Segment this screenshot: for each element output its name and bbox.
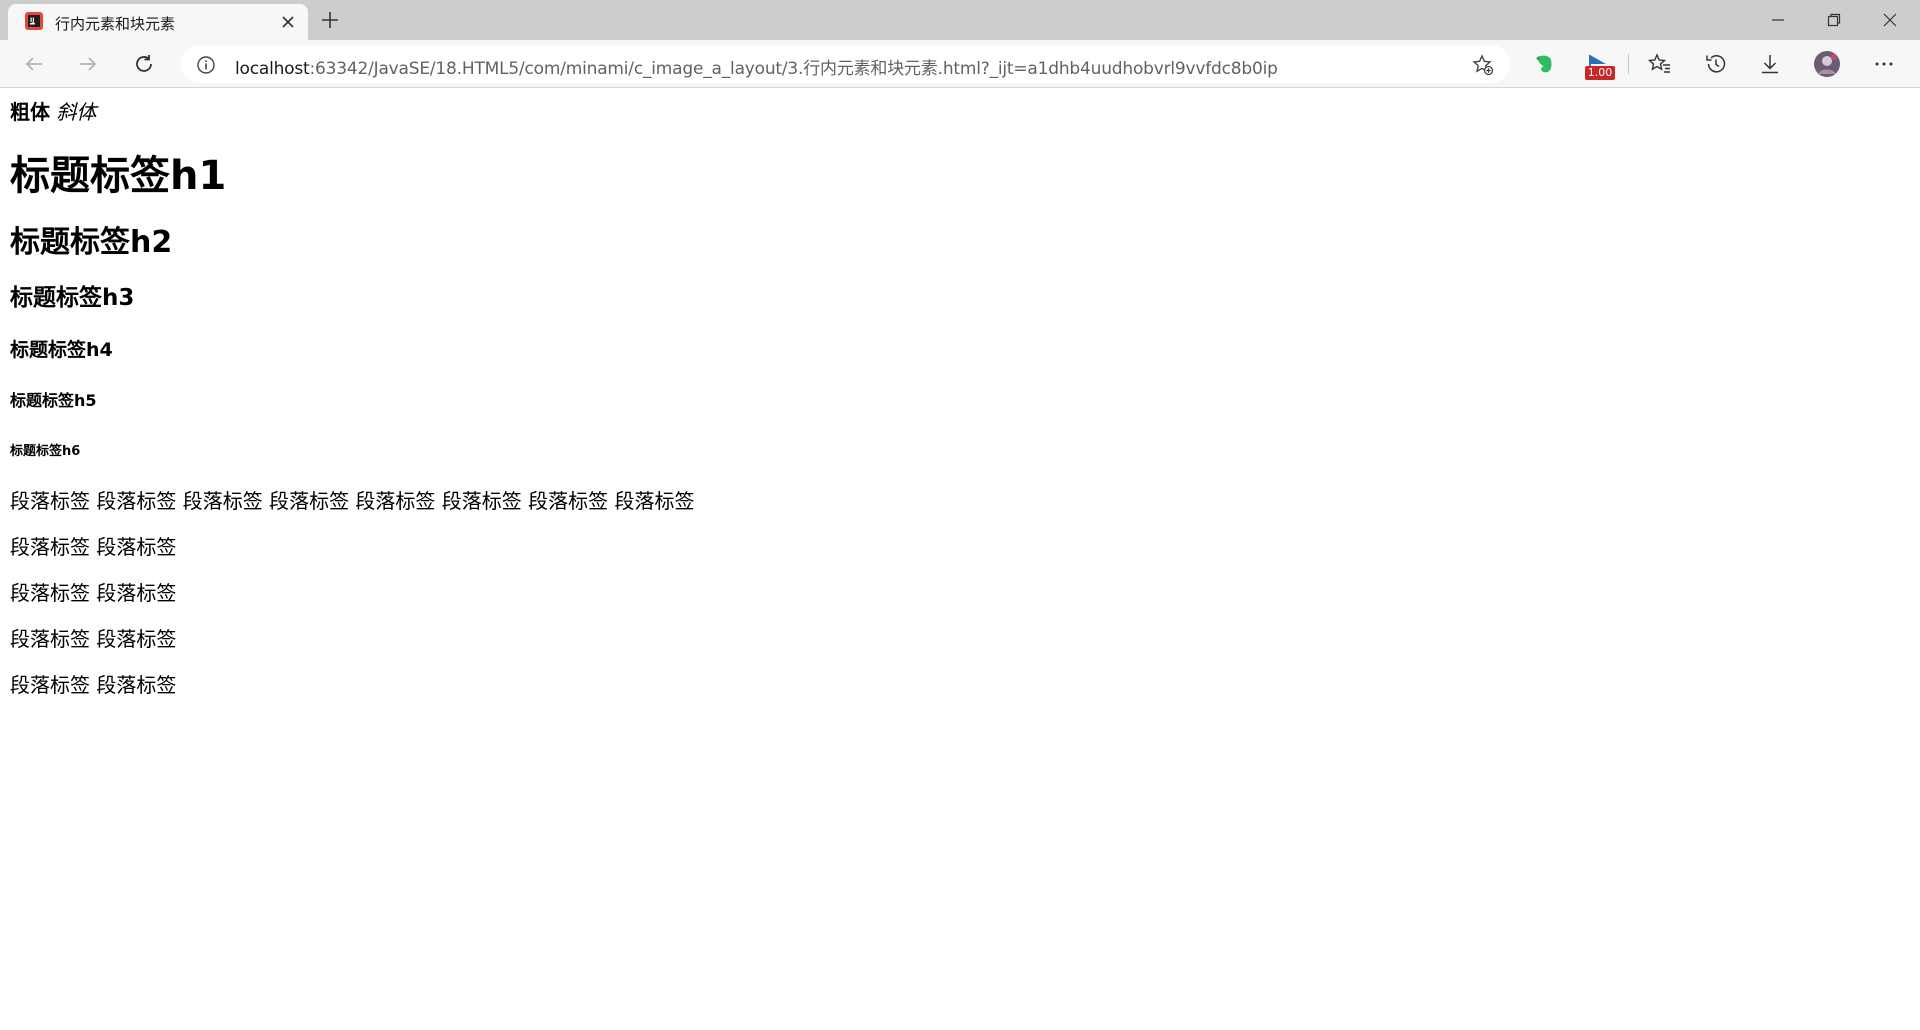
address-bar[interactable]: localhost:63342/JavaSE/18.HTML5/com/mina…	[180, 45, 1510, 83]
settings-menu-button[interactable]	[1868, 48, 1900, 80]
svg-text:IJ: IJ	[30, 17, 34, 24]
paragraph-3: 段落标签 段落标签	[10, 581, 177, 605]
minimize-icon	[1772, 19, 1784, 21]
forward-button[interactable]	[72, 48, 104, 80]
close-window-icon	[1883, 13, 1897, 27]
paragraph-1: 段落标签 段落标签 段落标签 段落标签 段落标签 段落标签 段落标签 段落标签	[10, 489, 695, 513]
heading-h4: 标题标签h4	[10, 339, 113, 361]
forward-arrow-icon	[80, 57, 97, 71]
profile-button[interactable]	[1811, 48, 1843, 80]
favorites-button[interactable]	[1644, 48, 1676, 80]
paragraph-2: 段落标签 段落标签	[10, 535, 177, 559]
toolbar-separator	[1628, 54, 1629, 74]
intellij-favicon-icon: IJ	[25, 12, 43, 30]
heading-h1: 标题标签h1	[10, 153, 227, 199]
minimize-button[interactable]	[1750, 0, 1806, 40]
new-tab-icon[interactable]	[318, 8, 342, 32]
bold-text: 粗体	[10, 100, 50, 124]
paragraph-5: 段落标签 段落标签	[10, 673, 177, 697]
close-window-button[interactable]	[1862, 0, 1918, 40]
browser-toolbar: localhost:63342/JavaSE/18.HTML5/com/mina…	[0, 40, 1920, 88]
tab-title: 行内元素和块元素	[55, 15, 176, 33]
url-path: :63342/JavaSE/18.HTML5/com/minami/c_imag…	[309, 59, 1278, 79]
refresh-button[interactable]	[128, 48, 160, 80]
heading-h3: 标题标签h3	[10, 285, 135, 311]
add-favorite-icon[interactable]	[1472, 54, 1494, 76]
paragraph-4: 段落标签 段落标签	[10, 627, 177, 651]
url-host: localhost	[235, 59, 310, 79]
restore-button[interactable]	[1806, 0, 1862, 40]
browser-tab[interactable]: IJ 行内元素和块元素	[8, 4, 308, 40]
extension-badge: 1.00	[1585, 66, 1615, 80]
page-content: 粗体 斜体 标题标签h1 标题标签h2 标题标签h3 标题标签h4 标题标签h5…	[10, 88, 1910, 697]
history-button[interactable]	[1700, 48, 1732, 80]
downloads-button[interactable]	[1754, 48, 1786, 80]
url-text[interactable]: localhost:63342/JavaSE/18.HTML5/com/mina…	[235, 54, 1278, 79]
back-button[interactable]	[18, 48, 50, 80]
close-tab-icon[interactable]	[280, 14, 296, 30]
info-icon[interactable]	[196, 55, 216, 75]
restore-icon	[1827, 13, 1841, 27]
download-icon	[1762, 55, 1778, 74]
avatar	[1814, 51, 1840, 77]
history-icon	[1706, 55, 1726, 73]
refresh-icon	[136, 55, 152, 72]
italic-text: 斜体	[56, 100, 97, 124]
more-icon	[1875, 62, 1893, 66]
heading-h2: 标题标签h2	[10, 225, 173, 260]
evernote-extension-button[interactable]	[1528, 48, 1560, 80]
title-bar: IJ 行内元素和块元素	[0, 0, 1920, 40]
favorites-icon	[1648, 53, 1670, 73]
inline-elements-line: 粗体 斜体	[10, 100, 1910, 124]
heading-h6: 标题标签h6	[10, 444, 81, 459]
back-arrow-icon	[25, 57, 42, 71]
evernote-icon	[1536, 55, 1552, 73]
heading-h5: 标题标签h5	[10, 391, 97, 410]
